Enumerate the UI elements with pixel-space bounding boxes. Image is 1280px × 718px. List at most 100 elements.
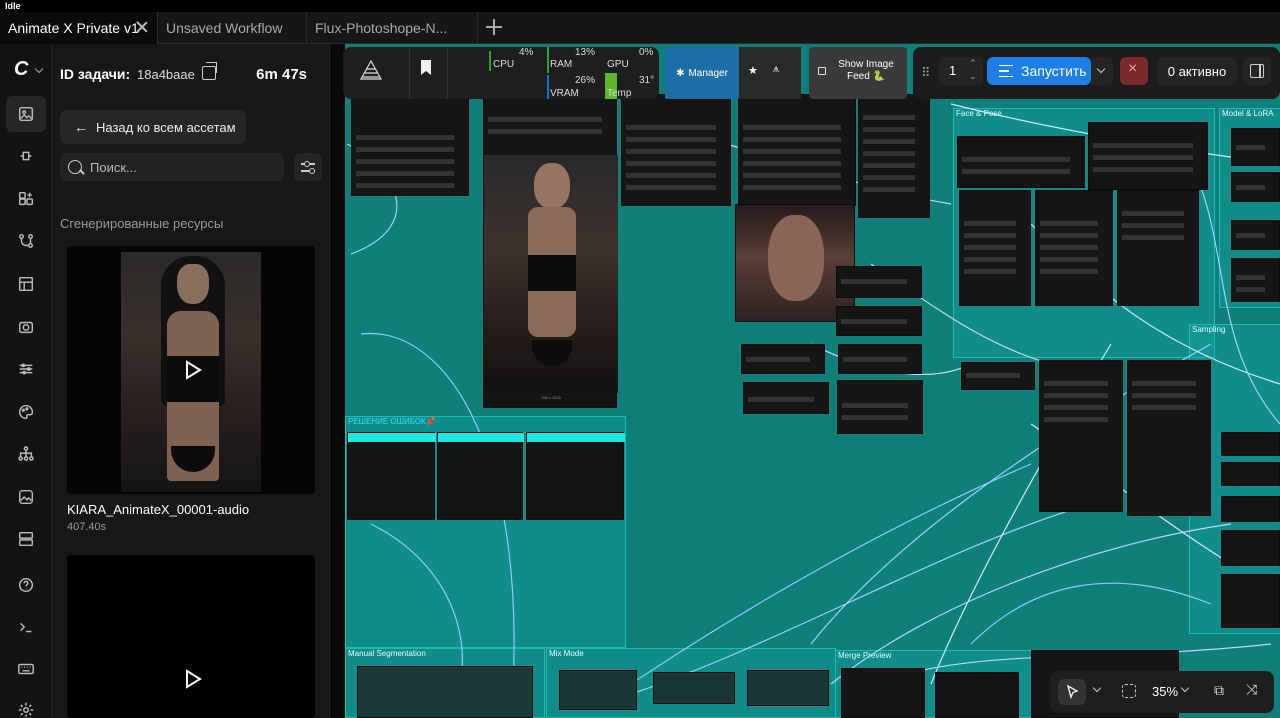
- images-icon[interactable]: [6, 96, 46, 132]
- image-preview-node[interactable]: 768 x 1216: [483, 94, 618, 408]
- chevron-down-icon[interactable]: [1092, 683, 1102, 693]
- arrow-left-icon: ←: [74, 119, 88, 135]
- layout-icon[interactable]: [6, 266, 46, 302]
- star-icon[interactable]: ★: [748, 64, 758, 77]
- help-icon[interactable]: [6, 567, 46, 603]
- fit-view-icon[interactable]: [1122, 684, 1136, 698]
- workflow-node[interactable]: [841, 668, 925, 718]
- workflow-node[interactable]: [836, 306, 922, 336]
- workflow-node[interactable]: [653, 672, 735, 704]
- tab-flux-photoshope[interactable]: Flux-Photoshope-N...: [307, 12, 478, 44]
- image-feed-button[interactable]: Show Image Feed 🐍: [809, 47, 907, 99]
- hierarchy-icon[interactable]: [6, 436, 46, 472]
- workflow-node[interactable]: [858, 94, 930, 218]
- workflow-node[interactable]: [743, 382, 829, 414]
- workflow-node[interactable]: [1231, 172, 1280, 202]
- workflow-node[interactable]: [837, 380, 923, 434]
- workflow-canvas[interactable]: РЕШЕНИЕ ОШИБОК📌 Face & Pose Model & LoRA…: [331, 44, 1280, 718]
- resource-monitor-bar: 4% CPU 13% RAM 0% GPU 26% VRAM 31° Temp: [343, 47, 659, 99]
- sparkles-icon[interactable]: [6, 181, 46, 217]
- select-tool-button[interactable]: [1058, 679, 1086, 705]
- app-logo[interactable]: C: [14, 58, 28, 81]
- workflow-node[interactable]: [1035, 190, 1113, 306]
- workflow-node[interactable]: [347, 432, 436, 520]
- palette-icon[interactable]: [6, 394, 46, 430]
- workflow-node[interactable]: [838, 344, 922, 374]
- workflow-node[interactable]: [621, 94, 731, 206]
- template-icon[interactable]: [6, 521, 46, 557]
- tab-label: Flux-Photoshope-N...: [315, 20, 448, 36]
- plug-icon[interactable]: [6, 138, 46, 174]
- gpu-label: GPU: [607, 59, 629, 70]
- asset-name: KIARA_AnimateX_00001-audio: [67, 502, 250, 517]
- play-icon[interactable]: [181, 359, 203, 381]
- play-icon[interactable]: [181, 668, 203, 690]
- workflow-node[interactable]: [959, 190, 1031, 306]
- image-icon[interactable]: [6, 479, 46, 515]
- ram-value: 13%: [575, 47, 596, 58]
- bookmark-icon[interactable]: [413, 55, 439, 81]
- chevron-down-icon[interactable]: [34, 64, 44, 74]
- comfy-logo-icon[interactable]: [351, 55, 409, 91]
- settings-icon[interactable]: [6, 692, 46, 718]
- workflow-node[interactable]: [1221, 574, 1280, 628]
- branch-icon[interactable]: [6, 223, 46, 259]
- queue-count-stepper[interactable]: 1 ⌃ ⌄: [939, 57, 983, 85]
- workflow-node[interactable]: [836, 266, 922, 298]
- workflow-node[interactable]: [526, 432, 625, 520]
- close-icon[interactable]: [135, 20, 149, 34]
- workflow-node[interactable]: [1127, 360, 1211, 516]
- workflow-node[interactable]: [1221, 496, 1280, 522]
- workflow-node[interactable]: [1221, 462, 1280, 486]
- vram-value: 26%: [575, 75, 596, 86]
- workflow-node[interactable]: [1221, 432, 1280, 456]
- workflow-node[interactable]: [1088, 122, 1208, 190]
- active-count[interactable]: 0 активно: [1157, 57, 1237, 85]
- workflow-node[interactable]: [437, 432, 524, 520]
- window-status: Idle: [5, 1, 21, 11]
- asset-card[interactable]: [67, 246, 315, 494]
- workflow-node[interactable]: [1117, 190, 1199, 306]
- zoom-level[interactable]: 35%: [1152, 684, 1178, 699]
- sliders-icon[interactable]: [6, 351, 46, 387]
- workflow-node[interactable]: [961, 362, 1035, 390]
- workflow-node[interactable]: [1221, 530, 1280, 566]
- copy-icon[interactable]: [202, 62, 217, 80]
- keyboard-icon[interactable]: [6, 651, 46, 687]
- back-to-assets-button[interactable]: ← Назад ко всем ассетам: [60, 110, 246, 144]
- face-preview-node[interactable]: [735, 204, 855, 322]
- tab-unsaved-workflow[interactable]: Unsaved Workflow: [158, 12, 307, 44]
- stepper-up-icon[interactable]: ⌃: [969, 58, 977, 69]
- tab-animate-x-private[interactable]: Animate X Private v1: [0, 12, 158, 44]
- asset-card[interactable]: [67, 555, 315, 718]
- filter-button[interactable]: [294, 153, 322, 181]
- workflow-node[interactable]: [738, 94, 856, 206]
- workflow-node[interactable]: [1231, 128, 1280, 166]
- workflow-node[interactable]: [1231, 220, 1280, 250]
- stepper-down-icon[interactable]: ⌄: [969, 71, 977, 82]
- workflow-node[interactable]: [935, 672, 1019, 718]
- run-options-button[interactable]: [1091, 57, 1113, 85]
- workflow-node[interactable]: [747, 670, 829, 706]
- extras-toolbar: ★ ⩚: [739, 47, 801, 99]
- chevron-down-icon[interactable]: [1180, 683, 1190, 693]
- workflow-node[interactable]: [741, 344, 825, 374]
- new-tab-plus-icon[interactable]: [484, 17, 504, 37]
- search-input[interactable]: [90, 159, 270, 175]
- workflow-node[interactable]: [351, 94, 469, 196]
- run-button[interactable]: Запустить: [987, 57, 1091, 85]
- terminal-icon[interactable]: [6, 609, 46, 645]
- workflow-node[interactable]: [559, 670, 637, 710]
- workflow-node[interactable]: [1039, 360, 1123, 512]
- workflow-node[interactable]: [1231, 258, 1280, 302]
- drag-handle-icon[interactable]: ⠿: [921, 65, 932, 81]
- model-icon[interactable]: ⩚: [773, 63, 779, 76]
- map-icon[interactable]: ⧉: [1214, 682, 1224, 699]
- cancel-button[interactable]: ×: [1120, 57, 1148, 85]
- workflow-node[interactable]: [357, 666, 533, 718]
- workflow-node[interactable]: [957, 136, 1085, 188]
- hide-links-icon[interactable]: ⤨: [1246, 681, 1257, 698]
- manager-button[interactable]: ✱ Manager: [665, 47, 739, 99]
- camera-icon[interactable]: [6, 309, 46, 345]
- toggle-panel-button[interactable]: [1243, 57, 1271, 85]
